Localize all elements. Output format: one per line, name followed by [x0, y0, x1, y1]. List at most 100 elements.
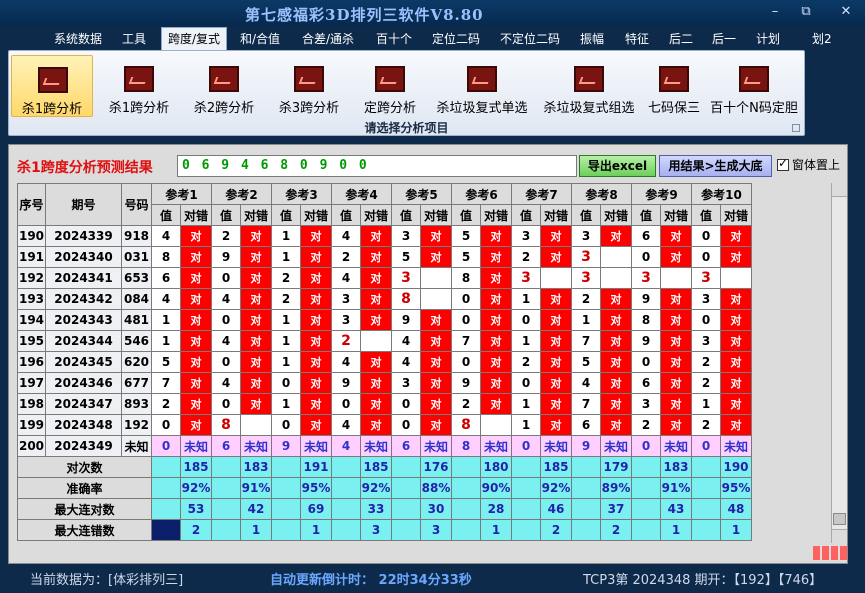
menu-positioned-2[interactable]: 定位二码 — [432, 30, 480, 47]
menu-diff-kill[interactable]: 合差/通杀 — [302, 30, 354, 47]
stats-spacer — [691, 477, 721, 499]
table-row[interactable]: 193 2024342 084 4 对 4 对 2 对 3 对 8 0 对 1 对 2 对 9 对 3 对 — [17, 288, 752, 310]
menu-amplitude[interactable]: 振幅 — [580, 30, 604, 47]
issue-cell: 2024343 — [45, 309, 122, 331]
stats-value: 191 — [300, 456, 332, 478]
stats-spacer — [151, 519, 181, 541]
export-excel-button[interactable]: 导出excel — [579, 155, 656, 177]
stats-spacer — [331, 498, 361, 520]
stats-spacer — [631, 456, 661, 478]
hit-cell: 对 — [480, 309, 512, 331]
sub-header-value: 值 — [511, 204, 541, 226]
menu-unpositioned-2[interactable]: 不定位二码 — [500, 30, 560, 47]
value-cell: 3 — [331, 309, 361, 331]
ribbon-hundreds-n-code[interactable]: 百十个N码定胆 — [707, 55, 801, 117]
results-table: 序号 期号 号码 参考1 参考2 参考3 参考4 参考5 参考6 参考7 参考8 参考9 参考10 值 对错… — [17, 183, 817, 541]
ribbon-kill1-span[interactable]: 杀1跨分析 — [11, 55, 93, 117]
menu-sum[interactable]: 和/合值 — [240, 30, 280, 47]
table-row[interactable]: 198 2024347 893 2 对 0 对 1 对 0 对 0 对 2 对 1 对 7 对 3 对 1 对 — [17, 393, 752, 415]
pending-status-cell: 未知 — [600, 435, 632, 457]
hit-cell: 对 — [600, 309, 632, 331]
value-cell: 3 — [331, 288, 361, 310]
hit-cell: 对 — [660, 351, 692, 373]
minimize-icon[interactable]: – — [767, 5, 783, 19]
number-cell: 653 — [121, 267, 152, 289]
ribbon-fixed-span[interactable]: 定跨分析 — [354, 55, 426, 117]
table-row[interactable]: 191 2024340 031 8 对 9 对 1 对 2 对 5 对 5 对 2 对 3 0 对 0 对 — [17, 246, 752, 268]
on-top-checkbox[interactable] — [777, 156, 789, 171]
restore-icon[interactable]: ⧉ — [798, 5, 814, 19]
hit-cell: 对 — [300, 414, 332, 436]
ribbon-seven-keep-three[interactable]: 七码保三 — [643, 55, 705, 117]
vertical-scrollbar[interactable] — [831, 183, 847, 543]
stats-value: 176 — [420, 456, 452, 478]
menu-span-compound[interactable]: 跨度/复式 — [161, 27, 228, 51]
column-header-ref7[interactable]: 参考7 — [511, 183, 572, 205]
value-cell: 5 — [391, 246, 421, 268]
scroll-thumb[interactable] — [833, 513, 846, 525]
stats-value: 95% — [300, 477, 332, 499]
ribbon-kill1-span-b[interactable]: 杀1跨分析 — [99, 55, 179, 117]
column-header-ref6[interactable]: 参考6 — [451, 183, 512, 205]
ribbon-kill-junk-single[interactable]: 杀垃圾复式单选 — [430, 55, 534, 117]
menu-tools[interactable]: 工具 — [122, 30, 146, 47]
menu-more[interactable]: 划2 — [812, 30, 832, 47]
scroll-up-icon[interactable] — [832, 183, 847, 197]
table-row[interactable]: 194 2024343 481 1 对 0 对 1 对 3 对 9 对 0 对 0 对 1 对 8 对 0 对 — [17, 309, 752, 331]
stats-value: 185 — [180, 456, 212, 478]
ribbon-kill3-span[interactable]: 杀3跨分析 — [269, 55, 349, 117]
table-row[interactable]: 195 2024344 546 1 对 4 对 1 对 2 4 对 7 对 1 对 7 对 9 对 3 对 — [17, 330, 752, 352]
scroll-down-icon[interactable] — [832, 529, 847, 543]
menu-hundreds-tens-units[interactable]: 百十个 — [376, 30, 412, 47]
column-header-ref3[interactable]: 参考3 — [271, 183, 332, 205]
table-row[interactable]: 197 2024346 677 7 对 4 对 0 对 9 对 3 对 9 对 0 对 4 对 6 对 2 对 — [17, 372, 752, 394]
table-row[interactable]: 199 2024348 192 0 对 8 0 对 4 对 0 对 8 1 对 6 对 2 对 2 对 — [17, 414, 752, 436]
menu-last-one[interactable]: 后一 — [712, 30, 736, 47]
pending-row[interactable]: 200 2024349 未知 0 未知 6 未知 9 未知 4 未知 6 未知 8 未知 0 未知 9 未知 0 未知 0… — [17, 435, 752, 457]
analysis-panel: 杀1跨度分析预测结果 0 6 9 4 6 8 0 9 0 0 导出excel 用… — [8, 144, 848, 564]
table-row[interactable]: 190 2024339 918 4 对 2 对 1 对 4 对 3 对 5 对 3 对 3 对 6 对 0 对 — [17, 225, 752, 247]
menu-last-two[interactable]: 后二 — [669, 30, 693, 47]
stats-value: 90% — [480, 477, 512, 499]
column-header[interactable]: 期号 — [45, 183, 122, 226]
on-top-option[interactable]: 窗体置上 — [777, 156, 840, 173]
menu-plan[interactable]: 计划 — [756, 30, 780, 47]
seq-cell: 198 — [17, 393, 46, 415]
ribbon-kill-junk-group[interactable]: 杀垃圾复式组选 — [537, 55, 641, 117]
value-cell: 2 — [271, 267, 301, 289]
pending-status-cell: 未知 — [180, 435, 212, 457]
column-header-ref8[interactable]: 参考8 — [571, 183, 632, 205]
value-cell: 0 — [451, 288, 481, 310]
hit-cell: 对 — [420, 393, 452, 415]
ribbon-kill2-span[interactable]: 杀2跨分析 — [184, 55, 264, 117]
column-header[interactable]: 序号 — [17, 183, 46, 226]
column-header-ref2[interactable]: 参考2 — [211, 183, 272, 205]
column-header-ref9[interactable]: 参考9 — [631, 183, 692, 205]
result-field[interactable]: 0 6 9 4 6 8 0 9 0 0 — [177, 155, 577, 177]
hit-cell: 对 — [300, 309, 332, 331]
hit-cell: 对 — [180, 225, 212, 247]
generate-base-button[interactable]: 用结果>生成大底 — [659, 155, 772, 177]
column-header[interactable]: 号码 — [121, 183, 152, 226]
column-header-ref1[interactable]: 参考1 — [151, 183, 212, 205]
column-header-ref10[interactable]: 参考10 — [691, 183, 752, 205]
value-cell: 0 — [391, 414, 421, 436]
miss-cell — [420, 288, 452, 310]
ribbon-expand-icon[interactable] — [792, 124, 800, 132]
value-cell: 3 — [571, 225, 601, 247]
stats-value: 3 — [360, 519, 392, 541]
pending-status-cell: 未知 — [480, 435, 512, 457]
hit-cell: 对 — [660, 372, 692, 394]
column-header-ref4[interactable]: 参考4 — [331, 183, 392, 205]
table-row[interactable]: 196 2024345 620 5 对 0 对 1 对 4 对 4 对 0 对 2 对 5 对 0 对 2 对 — [17, 351, 752, 373]
sub-header-result: 对错 — [720, 204, 752, 226]
table-row[interactable]: 192 2024341 653 6 对 0 对 2 对 4 对 3 8 对 3 3 3 3 — [17, 267, 752, 289]
menu-system-data[interactable]: 系统数据 — [54, 30, 102, 47]
close-icon[interactable]: ✕ — [838, 5, 854, 19]
value-cell: 1 — [151, 309, 181, 331]
value-cell: 1 — [511, 414, 541, 436]
menu-features[interactable]: 特征 — [625, 30, 649, 47]
hit-cell: 对 — [660, 246, 692, 268]
pending-value-cell: 9 — [271, 435, 301, 457]
column-header-ref5[interactable]: 参考5 — [391, 183, 452, 205]
